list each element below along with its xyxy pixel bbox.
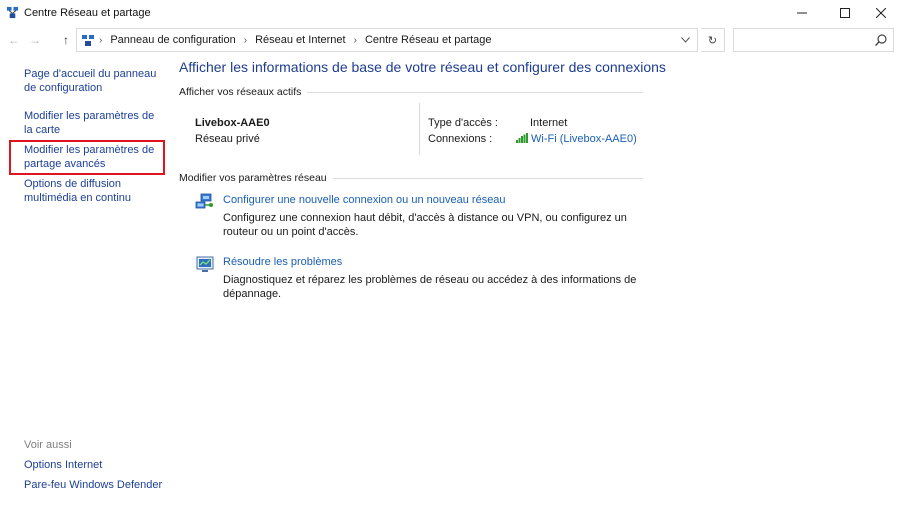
divider — [307, 91, 643, 93]
divider — [332, 177, 643, 179]
network-center-icon — [6, 6, 19, 19]
page-title: Afficher les informations de base de vot… — [179, 59, 666, 75]
search-icon — [875, 34, 887, 46]
active-networks-heading: Afficher vos réseaux actifs — [179, 86, 643, 98]
maximize-button[interactable] — [828, 0, 862, 26]
refresh-icon: ↻ — [707, 34, 718, 47]
maximize-icon — [840, 8, 850, 18]
close-icon — [876, 8, 886, 18]
minimize-button[interactable] — [785, 0, 819, 26]
troubleshoot-link[interactable]: Résoudre les problèmes — [223, 256, 342, 268]
sidebar-item-advanced-sharing[interactable]: Modifier les paramètres de partage avanc… — [24, 143, 159, 171]
wifi-signal-icon — [516, 133, 528, 143]
access-type-label: Type d'accès : — [428, 117, 498, 129]
wifi-connection-link[interactable]: Wi-Fi (Livebox-AAE0) — [531, 133, 637, 145]
breadcrumb-network-center[interactable]: Centre Réseau et partage — [365, 34, 492, 46]
see-also-heading: Voir aussi — [24, 439, 72, 451]
setup-connection-link[interactable]: Configurer une nouvelle connexion ou un … — [223, 194, 506, 206]
sidebar-item-firewall[interactable]: Pare-feu Windows Defender — [24, 478, 174, 492]
active-networks-heading-label: Afficher vos réseaux actifs — [179, 86, 302, 98]
breadcrumb-separator[interactable]: › — [244, 35, 247, 46]
close-button[interactable] — [864, 0, 898, 26]
navigation-bar: ← → ↑ › Panneau de configuration › Résea… — [0, 26, 900, 54]
breadcrumb-control-panel[interactable]: Panneau de configuration — [110, 34, 235, 46]
breadcrumb-separator: › — [99, 34, 103, 46]
breadcrumb-network-internet[interactable]: Réseau et Internet — [255, 34, 346, 46]
setup-connection-description: Configurez une connexion haut débit, d'a… — [223, 212, 627, 238]
breadcrumb: › Panneau de configuration › Réseau et I… — [99, 34, 492, 46]
up-arrow-icon[interactable]: ↑ — [58, 32, 74, 48]
access-type-value: Internet — [530, 117, 568, 129]
network-type: Réseau privé — [195, 133, 260, 145]
sidebar-item-control-panel-home[interactable]: Page d'accueil du panneau de configurati… — [24, 67, 159, 95]
refresh-button[interactable]: ↻ — [701, 28, 725, 52]
chevron-down-icon[interactable] — [677, 33, 693, 47]
network-name: Livebox-AAE0 — [195, 117, 270, 129]
minimize-icon — [797, 12, 807, 14]
troubleshoot-description: Diagnostiquez et réparez les problèmes d… — [223, 274, 637, 300]
control-panel-icon — [82, 35, 94, 46]
window-title: Centre Réseau et partage — [24, 7, 151, 19]
connections-label: Connexions : — [428, 133, 493, 145]
network-setup-icon — [195, 193, 213, 209]
breadcrumb-separator[interactable]: › — [354, 35, 357, 46]
address-bar[interactable]: › Panneau de configuration › Réseau et I… — [76, 28, 698, 52]
change-settings-heading: Modifier vos paramètres réseau — [179, 172, 643, 184]
main-content: Afficher les informations de base de vot… — [179, 54, 900, 507]
sidebar-item-internet-options[interactable]: Options Internet — [24, 458, 159, 472]
sidebar-item-media-streaming[interactable]: Options de diffusion multimédia en conti… — [24, 177, 159, 205]
sidebar-item-adapter-settings[interactable]: Modifier les paramètres de la carte — [24, 109, 159, 137]
connection-link[interactable]: Wi-Fi (Livebox-AAE0) — [516, 133, 637, 145]
forward-arrow-icon[interactable]: → — [27, 32, 43, 48]
left-pane: Page d'accueil du panneau de configurati… — [0, 54, 170, 507]
divider — [419, 103, 420, 155]
title-bar: Centre Réseau et partage — [0, 0, 900, 26]
troubleshoot-icon — [196, 256, 214, 272]
change-settings-heading-label: Modifier vos paramètres réseau — [179, 172, 327, 184]
back-arrow-icon[interactable]: ← — [6, 32, 22, 48]
search-input[interactable] — [733, 28, 894, 52]
